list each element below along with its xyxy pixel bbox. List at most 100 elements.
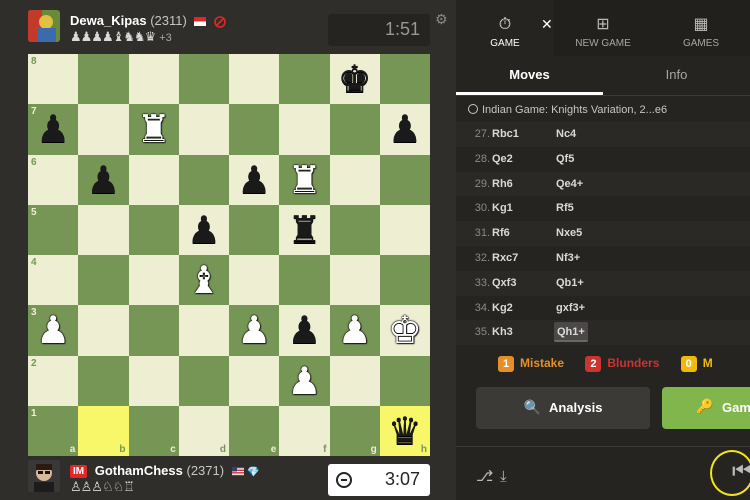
square-b4[interactable]	[78, 255, 129, 306]
white-move[interactable]: Rbc1	[492, 128, 519, 140]
square-e8[interactable]	[229, 54, 280, 105]
black-move[interactable]: Qf5	[554, 153, 576, 165]
square-d3[interactable]	[178, 305, 229, 356]
square-g3[interactable]: ♟	[329, 305, 380, 356]
square-e5[interactable]	[229, 204, 280, 255]
square-a5[interactable]: 5	[28, 204, 79, 255]
square-e3[interactable]: ♟	[229, 305, 280, 356]
black-move[interactable]: Qh1+	[554, 322, 588, 343]
square-f7[interactable]	[279, 104, 330, 155]
white-move[interactable]: Qe2	[492, 153, 513, 165]
square-b5[interactable]	[78, 204, 129, 255]
square-e2[interactable]	[229, 355, 280, 406]
stat-mistake[interactable]: 1 Mistake	[498, 356, 564, 372]
black-queen[interactable]: ♛	[380, 406, 430, 456]
square-g8[interactable]: ♚	[329, 54, 380, 105]
square-h7[interactable]: ♟	[379, 104, 430, 155]
black-pawn[interactable]: ♟	[229, 155, 279, 205]
square-a1[interactable]: 1a	[28, 405, 79, 456]
black-pawn[interactable]: ♟	[28, 104, 78, 154]
stat-missed[interactable]: 0M	[680, 356, 713, 372]
square-h3[interactable]: ♚	[379, 305, 430, 356]
square-f1[interactable]: f	[279, 405, 330, 456]
square-b7[interactable]	[78, 104, 129, 155]
bottom-player-avatar[interactable]	[28, 460, 60, 492]
subtab-info[interactable]: Info	[603, 56, 750, 95]
white-pawn[interactable]: ♟	[229, 305, 279, 355]
square-b6[interactable]: ♟	[78, 154, 129, 205]
black-move[interactable]: gxf3+	[554, 302, 587, 314]
square-c4[interactable]	[128, 255, 179, 306]
square-a6[interactable]: 6	[28, 154, 79, 205]
top-player-name[interactable]: Dewa_Kipas	[70, 13, 147, 28]
square-g1[interactable]: g	[329, 405, 380, 456]
stat-blunders[interactable]: 2 Blunders	[585, 356, 659, 372]
white-move[interactable]: Qxf3	[492, 277, 516, 289]
square-c8[interactable]	[128, 54, 179, 105]
black-move[interactable]: Nf3+	[554, 252, 582, 264]
top-player-avatar[interactable]	[28, 10, 60, 42]
white-pawn[interactable]: ♟	[330, 305, 380, 355]
black-king[interactable]: ♚	[330, 54, 380, 104]
white-move[interactable]: Rh6	[492, 178, 513, 190]
square-b2[interactable]	[78, 355, 129, 406]
square-f6[interactable]: ♜	[279, 154, 330, 205]
black-move[interactable]: Nc4	[554, 128, 578, 140]
square-h2[interactable]	[379, 355, 430, 406]
square-f4[interactable]	[279, 255, 330, 306]
square-b1[interactable]: b	[78, 405, 129, 456]
black-pawn[interactable]: ♟	[179, 205, 229, 255]
square-g7[interactable]	[329, 104, 380, 155]
white-move[interactable]: Kg2	[492, 302, 513, 314]
square-a4[interactable]: 4	[28, 255, 79, 306]
black-move[interactable]: Rf5	[554, 202, 576, 214]
white-king[interactable]: ♚	[380, 305, 430, 355]
white-pawn[interactable]: ♟	[279, 356, 329, 406]
tab-game[interactable]: ⏱ GAME ✕	[456, 0, 554, 56]
share-icon[interactable]: ⎇	[476, 467, 493, 485]
square-d8[interactable]	[178, 54, 229, 105]
tab-new-game[interactable]: ⊞ NEW GAME	[554, 0, 652, 56]
subtab-moves[interactable]: Moves	[456, 56, 603, 95]
bottom-player-name[interactable]: GothamChess	[95, 463, 183, 478]
square-a2[interactable]: 2	[28, 355, 79, 406]
square-c6[interactable]	[128, 154, 179, 205]
square-d2[interactable]	[178, 355, 229, 406]
chess-board[interactable]: 8 ♚ 7 ♟ ♜ ♟ 6 ♟ ♟ ♜ 5 ♟ ♜ 4 ♝ 3 ♟ ♟ ♟ ♟ ♚ 2 ♟ 1 a b c d e f g h ♛	[28, 54, 430, 456]
square-f2[interactable]: ♟	[279, 355, 330, 406]
square-d6[interactable]	[178, 154, 229, 205]
square-c5[interactable]	[128, 204, 179, 255]
square-e6[interactable]: ♟	[229, 154, 280, 205]
white-rook[interactable]: ♜	[279, 155, 329, 205]
square-c7[interactable]: ♜	[128, 104, 179, 155]
white-move[interactable]: Rxc7	[492, 252, 518, 264]
white-pawn[interactable]: ♟	[28, 305, 78, 355]
square-f8[interactable]	[279, 54, 330, 105]
square-h5[interactable]	[379, 204, 430, 255]
close-icon[interactable]: ✕	[541, 16, 553, 33]
square-g6[interactable]	[329, 154, 380, 205]
square-h6[interactable]	[379, 154, 430, 205]
square-c2[interactable]	[128, 355, 179, 406]
square-c3[interactable]	[128, 305, 179, 356]
square-e7[interactable]	[229, 104, 280, 155]
square-d4[interactable]: ♝	[178, 255, 229, 306]
black-move[interactable]: Nxe5	[554, 227, 584, 239]
white-move[interactable]: Rf6	[492, 227, 510, 239]
gear-icon[interactable]: ⚙	[435, 12, 448, 28]
white-move[interactable]: Kg1	[492, 202, 513, 214]
square-h8[interactable]	[379, 54, 430, 105]
download-icon[interactable]: ⤓	[500, 467, 507, 485]
white-move[interactable]: Kh3	[492, 326, 513, 338]
white-bishop[interactable]: ♝	[179, 255, 229, 305]
black-rook[interactable]: ♜	[279, 205, 329, 255]
black-pawn[interactable]: ♟	[78, 155, 128, 205]
black-pawn[interactable]: ♟	[380, 104, 430, 154]
opening-name[interactable]: Indian Game: Knights Variation, 2...e6	[468, 104, 667, 116]
square-h4[interactable]	[379, 255, 430, 306]
square-e1[interactable]: e	[229, 405, 280, 456]
square-h1[interactable]: h ♛	[379, 405, 430, 456]
square-d5[interactable]: ♟	[178, 204, 229, 255]
black-move[interactable]: Qb1+	[554, 277, 586, 289]
square-e4[interactable]	[229, 255, 280, 306]
